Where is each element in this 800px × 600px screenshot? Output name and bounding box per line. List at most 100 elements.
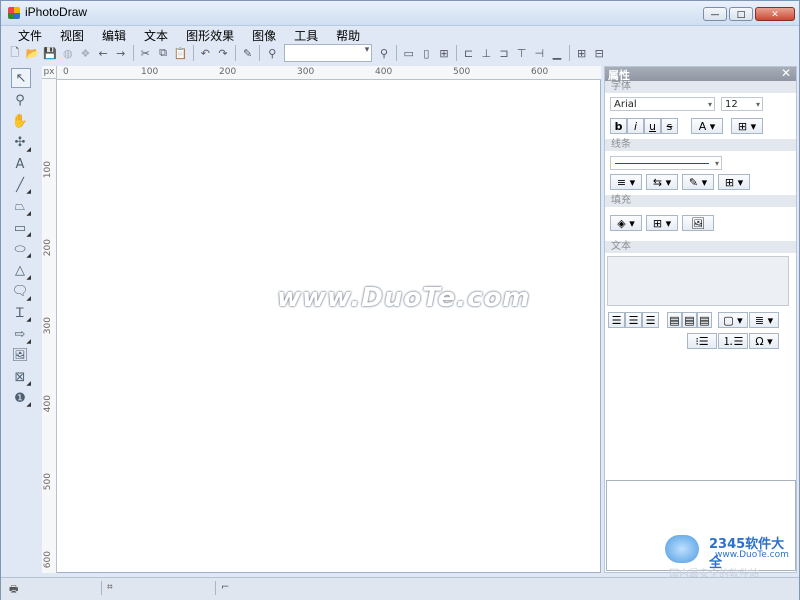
crop-tool-icon[interactable]: ⊠ ◢ (11, 368, 31, 388)
arrow-shape-tool-icon[interactable]: ⇨ ◢ (11, 326, 31, 345)
menu-text[interactable]: 文本 (135, 25, 177, 43)
align-top-icon[interactable]: ⊤ (514, 45, 530, 61)
valign-middle-button[interactable]: ▤ (682, 312, 697, 328)
minimize-button[interactable]: — (703, 7, 727, 21)
text-spacing-button[interactable]: ≣ ▾ (749, 312, 779, 328)
ungroup-icon[interactable]: ⊟ (591, 45, 607, 61)
zoom-out-icon[interactable]: ⚲ (264, 45, 280, 61)
triangle-tool-icon[interactable]: △ ◢ (11, 262, 31, 281)
window-title: iPhotoDraw (25, 5, 88, 19)
align-center-icon[interactable]: ⊥ (478, 45, 494, 61)
font-color-button[interactable]: A ▾ (691, 118, 723, 134)
text-border-button[interactable]: ⊞ ▾ (731, 118, 763, 134)
fill-pattern-button[interactable]: ⊞ ▾ (646, 215, 678, 231)
cursor-position-icon: ⌗ (107, 582, 113, 593)
drawing-canvas[interactable] (42, 66, 601, 573)
bullet-list-button[interactable]: ⁝☰ (687, 333, 717, 349)
main-toolbar: 🗋 📂 💾 ◍ ❖ ← → ✂ ⧉ 📋 ↶ ↷ ✎ ⚲ ⚲ ▭ ▯ ⊞ ⊏ ⊥ … (7, 43, 607, 63)
chevron-down-icon: ▾ (707, 100, 712, 109)
group-icon[interactable]: ⊞ (574, 45, 590, 61)
ellipse-tool-icon[interactable]: ⬭ ◢ (11, 240, 31, 260)
share-icon[interactable]: ❖ (78, 45, 94, 61)
zoom-tool-icon[interactable]: ⚲ (11, 91, 29, 109)
font-name-value: Arial (614, 99, 637, 110)
arrow-style-button[interactable]: ⇆ ▾ (646, 174, 678, 190)
chevron-down-icon: ▾ (755, 100, 760, 109)
undo-icon[interactable]: ← (95, 45, 111, 61)
node-edit-icon[interactable]: ✣ ◢ (11, 134, 31, 153)
fill-color-button[interactable]: ◈ ▾ (610, 215, 642, 231)
callout-tool-icon[interactable]: 🗨 ◢ (11, 283, 31, 302)
align-text-left-button[interactable]: ☰ (608, 312, 625, 328)
ruler-label: 0 (63, 67, 69, 77)
polyline-tool-icon[interactable]: ⏢ ◢ (11, 198, 31, 217)
fit-page-icon[interactable]: ▭ (401, 45, 417, 61)
align-bottom-icon[interactable]: ▁ (549, 45, 565, 61)
menu-file[interactable]: 文件 (9, 25, 51, 43)
line-section-header: 线条 (605, 139, 796, 151)
line-grid-button[interactable]: ⊞ ▾ (718, 174, 750, 190)
rotate-left-icon[interactable]: ↶ (198, 45, 214, 61)
rectangle-tool-icon[interactable]: ▭ ◢ (11, 219, 31, 239)
align-right-icon[interactable]: ⊐ (496, 45, 512, 61)
redo-icon[interactable]: → (113, 45, 129, 61)
bold-button[interactable]: b (610, 118, 627, 134)
numbered-list-button[interactable]: ⒈☰ (718, 333, 748, 349)
zoom-select[interactable] (284, 44, 373, 62)
insert-symbol-button[interactable]: Ω ▾ (749, 333, 779, 349)
text-cursor-tool-icon[interactable]: Ꮖ ◢ (11, 304, 31, 324)
close-button[interactable]: ✕ (755, 7, 795, 21)
menu-tools[interactable]: 工具 (285, 25, 327, 43)
valign-top-button[interactable]: ▤ (667, 312, 682, 328)
panel-close-icon[interactable]: ✕ (781, 66, 791, 80)
globe-icon[interactable]: ◍ (60, 45, 76, 61)
actual-size-icon[interactable]: ⊞ (436, 45, 452, 61)
ruler-label: 500 (43, 473, 53, 491)
rotate-right-icon[interactable]: ↷ (215, 45, 231, 61)
edit-icon[interactable]: ✎ (240, 45, 256, 61)
italic-button[interactable]: i (627, 118, 644, 134)
fill-image-button[interactable]: 🖼 (682, 215, 714, 231)
menu-image[interactable]: 图像 (243, 25, 285, 43)
text-tool-icon[interactable]: A (11, 155, 29, 173)
fill-section-header: 填充 (605, 195, 796, 207)
menu-help[interactable]: 帮助 (327, 25, 369, 43)
align-left-icon[interactable]: ⊏ (461, 45, 477, 61)
underline-button[interactable]: u (644, 118, 661, 134)
app-logo-icon (8, 7, 20, 19)
save-icon[interactable]: 💾 (42, 45, 58, 61)
title-bar: iPhotoDraw — □ ✕ (1, 1, 799, 26)
mascot-icon (665, 535, 699, 563)
chevron-down-icon: ▾ (714, 159, 719, 168)
select-pointer-icon[interactable]: ↖ (11, 68, 31, 88)
fit-width-icon[interactable]: ▯ (419, 45, 435, 61)
align-text-center-button[interactable]: ☰ (625, 312, 642, 328)
menu-edit[interactable]: 编辑 (93, 25, 135, 43)
valign-bottom-button[interactable]: ▤ (697, 312, 712, 328)
printer-icon: 🖶 (9, 584, 19, 595)
line-tool-icon[interactable]: ╱ ◢ (11, 176, 31, 196)
font-size-select[interactable]: 12 ▾ (721, 97, 763, 111)
cut-icon[interactable]: ✂ (138, 45, 154, 61)
strike-button[interactable]: s (661, 118, 678, 134)
paste-icon[interactable]: 📋 (173, 45, 189, 61)
line-style-select[interactable]: ▾ (610, 156, 722, 170)
menu-view[interactable]: 视图 (51, 25, 93, 43)
align-text-right-button[interactable]: ☰ (642, 312, 659, 328)
copy-icon[interactable]: ⧉ (155, 45, 171, 61)
info-marker-tool-icon[interactable]: ❶ ◢ (11, 389, 31, 409)
new-file-icon[interactable]: 🗋 (7, 45, 23, 61)
zoom-in-icon[interactable]: ⚲ (376, 45, 392, 61)
ruler-label: 200 (43, 239, 53, 257)
font-name-select[interactable]: Arial ▾ (610, 97, 715, 111)
text-box-button[interactable]: ▢ ▾ (718, 312, 748, 328)
open-folder-icon[interactable]: 📂 (25, 45, 41, 61)
pan-hand-icon[interactable]: ✋ (11, 113, 29, 131)
align-middle-icon[interactable]: ⊣ (531, 45, 547, 61)
text-input-area[interactable] (607, 256, 789, 306)
menu-effects[interactable]: 图形效果 (177, 25, 243, 43)
maximize-button[interactable]: □ (729, 7, 753, 21)
line-width-button[interactable]: ≡ ▾ (610, 174, 642, 190)
line-color-button[interactable]: ✎ ▾ (682, 174, 714, 190)
image-tool-icon[interactable]: 🖼 (11, 347, 29, 365)
